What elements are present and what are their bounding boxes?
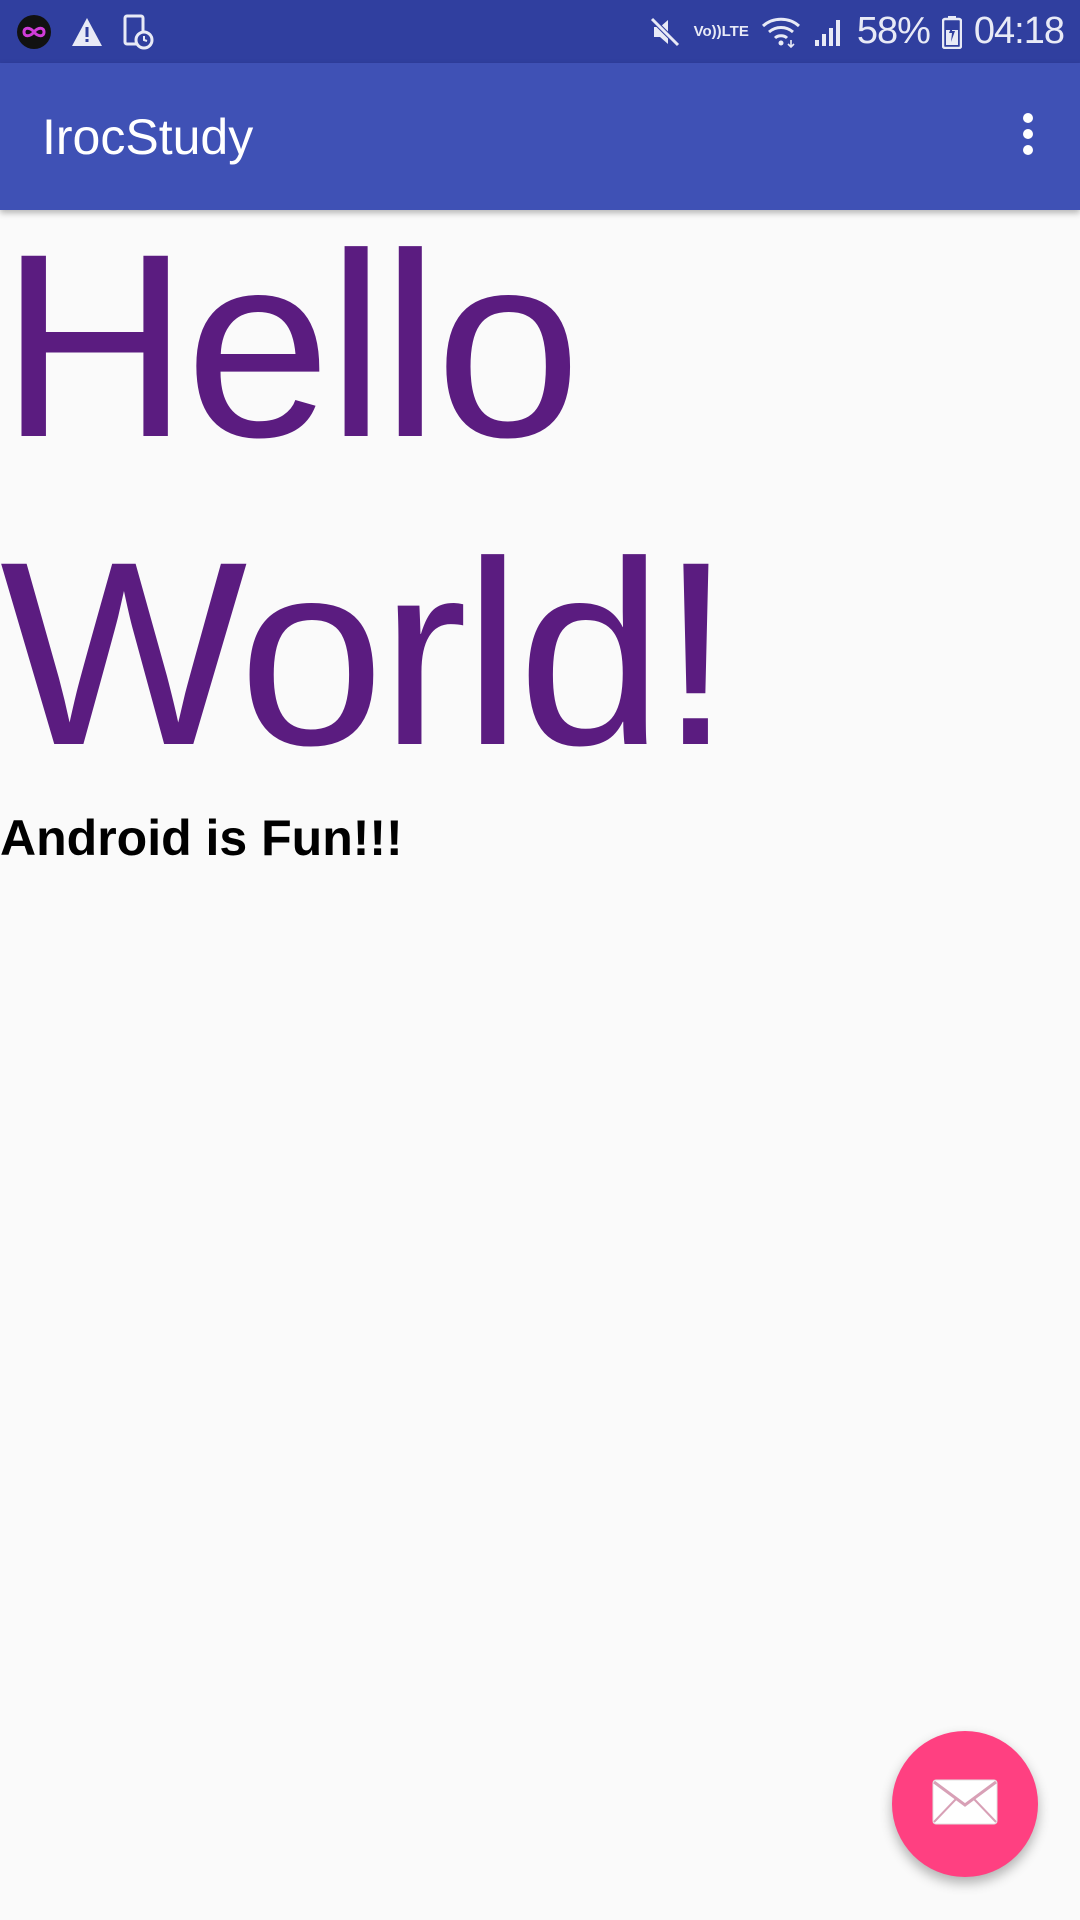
infinity-app-icon [16, 14, 52, 50]
headline-text: Hello World! [0, 199, 732, 800]
status-bar: Vo)) LTE 58% 04:18 [0, 0, 1080, 63]
app-bar: IrocStudy [0, 63, 1080, 210]
battery-percent: 58% [856, 10, 931, 52]
volte-bottom-label: LTE [721, 22, 749, 40]
battery-icon [941, 15, 962, 49]
subtitle-text: Android is Fun!!! [0, 810, 403, 866]
device-schedule-icon [122, 14, 154, 50]
status-bar-left [16, 0, 154, 63]
main-content: Hello World! Android is Fun!!! [0, 199, 1080, 1920]
screen: Vo)) LTE 58% 04:18 IrocStudy Hello World… [0, 0, 1080, 1920]
status-bar-right: Vo)) LTE 58% 04:18 [648, 0, 1065, 63]
more-vert-icon [1021, 112, 1035, 161]
volte-icon: Vo)) LTE [693, 22, 749, 40]
signal-icon [813, 16, 845, 48]
mute-icon [648, 15, 682, 49]
app-title: IrocStudy [42, 109, 254, 165]
warning-icon [70, 16, 104, 48]
clock: 04:18 [973, 10, 1065, 52]
email-icon [932, 1779, 998, 1830]
email-fab-button[interactable] [892, 1731, 1038, 1877]
volte-top-label: Vo)) [693, 22, 722, 40]
wifi-icon [761, 16, 801, 48]
overflow-menu-button[interactable] [1004, 103, 1052, 169]
